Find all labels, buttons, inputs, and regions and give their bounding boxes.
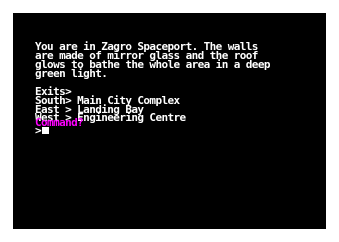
page: You are in Zagro Spaceport. The walls ar…: [0, 0, 339, 242]
prompt-symbol: >: [35, 124, 42, 137]
command-input[interactable]: >: [35, 124, 49, 137]
description-line: green light.: [35, 67, 108, 80]
text-cursor: [42, 127, 49, 134]
game-screen: You are in Zagro Spaceport. The walls ar…: [13, 13, 326, 229]
